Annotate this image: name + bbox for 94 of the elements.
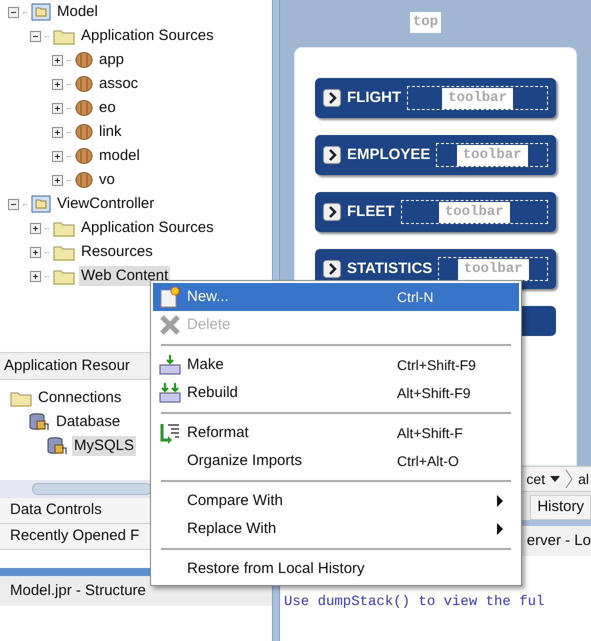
folder-icon bbox=[53, 28, 75, 44]
database-icon bbox=[28, 412, 50, 432]
expand-icon[interactable] bbox=[52, 54, 63, 66]
new-file-icon bbox=[159, 286, 181, 308]
section-title: EMPLOYEE bbox=[347, 144, 430, 165]
delete-icon bbox=[159, 314, 181, 336]
shortcut-label: Ctrl-N bbox=[397, 288, 435, 306]
shortcut-label: Alt+Shift-F9 bbox=[397, 384, 472, 402]
menu-item-label: Restore from Local History bbox=[187, 558, 365, 579]
chevron-right-icon[interactable] bbox=[323, 146, 341, 164]
tree-item[interactable]: Application Sources bbox=[79, 26, 216, 46]
folder-icon bbox=[10, 390, 32, 406]
shortcut-label: Ctrl+Alt-O bbox=[397, 452, 460, 470]
expand-icon[interactable] bbox=[52, 174, 63, 186]
section-header[interactable]: EMPLOYEE toolbar bbox=[315, 135, 556, 175]
breadcrumb-item[interactable]: al bbox=[578, 468, 589, 490]
menu-item-label: Replace With bbox=[187, 518, 276, 539]
panel-title[interactable]: Application Resour bbox=[4, 354, 130, 378]
section-title: FLEET bbox=[347, 202, 394, 222]
panel-title[interactable]: Data Controls bbox=[10, 499, 102, 522]
collapse-icon[interactable] bbox=[8, 198, 19, 210]
tree-item[interactable]: app bbox=[97, 50, 126, 70]
dropdown-arrow-icon[interactable] bbox=[550, 476, 560, 482]
tree-item[interactable]: eo bbox=[97, 98, 118, 118]
package-icon bbox=[75, 123, 93, 141]
menu-item-label: Compare With bbox=[187, 490, 283, 511]
menu-item[interactable]: Rebuild Alt+Shift-F9 bbox=[153, 379, 519, 407]
expand-icon[interactable] bbox=[52, 78, 63, 90]
section-header[interactable]: FLEET toolbar bbox=[315, 192, 556, 232]
tree-item[interactable]: assoc bbox=[97, 74, 140, 94]
menu-item-label: New... bbox=[187, 286, 229, 307]
menu-item-label: Reformat bbox=[187, 422, 249, 443]
facet-label: toolbar bbox=[456, 144, 528, 166]
expand-icon[interactable] bbox=[52, 102, 63, 114]
section-title: STATISTICS bbox=[347, 258, 432, 279]
facet-label: toolbar bbox=[458, 258, 529, 280]
log-line: Use dumpStack() to view the ful bbox=[284, 593, 546, 612]
tree-item[interactable]: Web Content bbox=[79, 266, 170, 286]
menu-item[interactable]: Replace With bbox=[153, 515, 519, 543]
package-icon bbox=[75, 99, 93, 117]
menu-item[interactable]: Make Ctrl+Shift-F9 bbox=[153, 351, 519, 379]
folder-icon bbox=[53, 220, 75, 236]
scrollbar-thumb[interactable] bbox=[32, 483, 152, 495]
menu-item-label: Rebuild bbox=[187, 382, 238, 403]
panel-title[interactable]: Recently Opened F bbox=[10, 525, 140, 548]
tree-item[interactable]: Database bbox=[54, 412, 122, 432]
expand-icon[interactable] bbox=[30, 222, 41, 234]
project-folder-icon bbox=[31, 3, 51, 21]
menu-item[interactable]: Organize Imports Ctrl+Alt-O bbox=[153, 447, 519, 475]
chevron-right-icon bbox=[565, 469, 574, 489]
section-title: FLIGHT bbox=[347, 88, 402, 108]
package-icon bbox=[75, 171, 93, 189]
tree-item[interactable]: MySQLS bbox=[72, 436, 136, 456]
tree-item[interactable]: model bbox=[97, 146, 142, 166]
menu-item-label: Delete bbox=[187, 314, 230, 335]
expand-icon[interactable] bbox=[52, 150, 63, 162]
shortcut-label: Alt+Shift-F bbox=[397, 424, 464, 442]
database-icon bbox=[46, 436, 68, 456]
build-icon bbox=[159, 354, 181, 376]
reformat-icon bbox=[159, 422, 181, 444]
expand-icon[interactable] bbox=[30, 270, 41, 282]
folder-icon bbox=[53, 268, 75, 284]
breadcrumb-item[interactable]: cet bbox=[526, 468, 546, 490]
tree-item[interactable]: Model bbox=[55, 2, 100, 22]
editor-tab[interactable]: History bbox=[530, 495, 591, 520]
folder-icon bbox=[53, 244, 75, 260]
menu-item[interactable]: Compare With bbox=[153, 487, 519, 515]
facet-label: toolbar bbox=[442, 88, 513, 108]
chevron-right-icon[interactable] bbox=[323, 260, 341, 278]
tree-item[interactable]: Resources bbox=[79, 242, 155, 262]
expand-icon[interactable] bbox=[30, 246, 41, 258]
tree-item[interactable]: ViewController bbox=[55, 194, 156, 214]
package-icon bbox=[75, 51, 93, 69]
tree-item[interactable]: vo bbox=[97, 170, 117, 190]
menu-item[interactable]: Reformat Alt+Shift-F bbox=[153, 419, 519, 447]
facet-label: top bbox=[410, 12, 442, 33]
chevron-right-icon[interactable] bbox=[323, 89, 341, 107]
shortcut-label: Ctrl+Shift-F9 bbox=[397, 356, 477, 374]
tree-item[interactable]: Application Sources bbox=[79, 218, 216, 238]
menu-item[interactable]: New... Ctrl-N bbox=[153, 283, 519, 311]
menu-item-label: Make bbox=[187, 354, 224, 375]
package-icon bbox=[75, 75, 93, 93]
section-header[interactable]: FLIGHT toolbar bbox=[315, 78, 556, 118]
project-folder-icon bbox=[31, 195, 51, 213]
chevron-right-icon[interactable] bbox=[323, 203, 341, 221]
facet-label: toolbar bbox=[438, 202, 510, 222]
build-icon bbox=[159, 382, 181, 404]
tree-item[interactable]: link bbox=[97, 122, 124, 142]
collapse-icon[interactable] bbox=[8, 6, 19, 18]
expand-icon[interactable] bbox=[52, 126, 63, 138]
package-icon bbox=[75, 147, 93, 165]
tree-item[interactable]: Connections bbox=[36, 388, 124, 408]
collapse-icon[interactable] bbox=[30, 30, 41, 42]
menu-item-label: Organize Imports bbox=[187, 450, 302, 471]
